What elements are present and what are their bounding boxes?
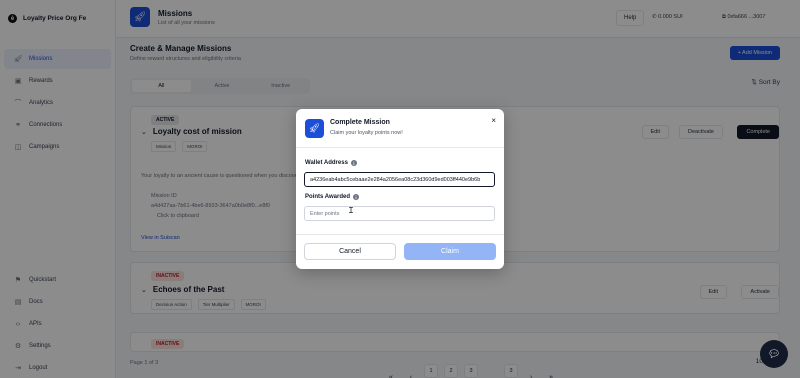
cancel-button[interactable]: Cancel	[304, 243, 396, 260]
modal-divider	[296, 147, 504, 148]
close-icon[interactable]: ×	[491, 116, 496, 125]
complete-mission-modal: 🚀︎ Complete Mission Claim your loyalty p…	[296, 109, 504, 269]
info-icon[interactable]: i	[353, 194, 360, 200]
modal-divider	[296, 234, 504, 235]
wallet-address-input[interactable]	[304, 172, 495, 187]
claim-button[interactable]: Claim	[404, 243, 496, 260]
points-awarded-input[interactable]	[304, 206, 495, 221]
rocket-icon: 🚀︎	[305, 119, 324, 138]
points-awarded-label: Points Awarded i	[305, 194, 360, 200]
info-icon[interactable]: i	[350, 160, 357, 166]
chat-icon[interactable]: 💬︎	[760, 340, 788, 368]
wallet-address-label: Wallet Address i	[305, 160, 357, 166]
modal-subtitle: Claim your loyalty points now!	[330, 130, 403, 136]
wallet-address-label-text: Wallet Address	[305, 160, 348, 166]
points-awarded-label-text: Points Awarded	[305, 194, 351, 200]
text-cursor-icon: Ｉ	[347, 206, 355, 215]
modal-title: Complete Mission	[330, 119, 390, 126]
